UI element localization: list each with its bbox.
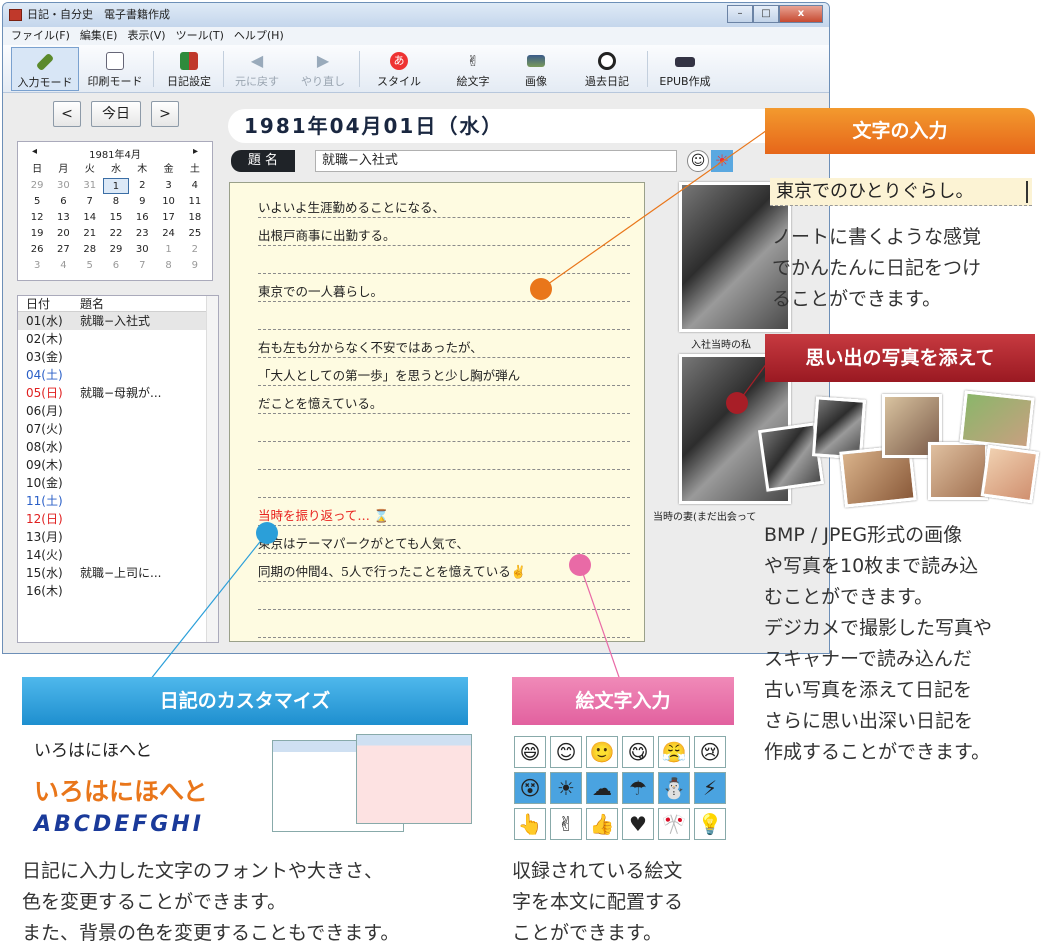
emoji-grid: 😄 😊 🙂 😋 😤 😢 😵 ☀ ☁ ☂ ⛄ ⚡ 👆 ✌ 👍 ♥ 🎌 💡 (514, 736, 734, 840)
text-input-desc-line: ノートに書くような感覚 (772, 226, 982, 248)
custom-desc-line: 日記に入力した文字のフォントや大きさ、 (22, 860, 384, 882)
font-sample-latin: ABCDEFGHI (34, 812, 204, 837)
photo-collage (757, 390, 1052, 510)
text-input-sample: 東京でのひとりぐらし。 (770, 178, 1032, 206)
photo-desc-line: デジカメで撮影した写真や (764, 617, 993, 639)
photo-marker (726, 392, 748, 414)
emoji-icon[interactable]: ♥ (622, 808, 654, 840)
font-sample-bold: いろはにほへと (34, 777, 208, 806)
emoji-marker (569, 554, 591, 576)
emoji-icon[interactable]: 😤 (658, 736, 690, 768)
emoji-icon[interactable]: 🙂 (586, 736, 618, 768)
photo-desc-line: BMP / JPEG形式の画像 (764, 524, 963, 546)
custom-desc: 日記に入力した文字のフォントや大きさ、 色を変更することができます。 また、背景… (22, 856, 399, 949)
emoji-desc: 収録されている絵文 字を本文に配置する ことができます。 (512, 856, 683, 949)
emoji-icon[interactable]: 👆 (514, 808, 546, 840)
photo-desc: BMP / JPEG形式の画像 や写真を10枚まで読み込 むことができます。 デ… (764, 520, 992, 768)
photo-desc-line: むことができます。 (764, 586, 934, 608)
collage-photo (928, 442, 988, 500)
emoji-icon[interactable]: 😄 (514, 736, 546, 768)
emoji-icon[interactable]: 😋 (622, 736, 654, 768)
font-sample-serif: いろはにほへと (34, 741, 153, 761)
photo-desc-line: 古い写真を添えて日記を (764, 679, 973, 701)
photo-desc-line: 作成することができます。 (764, 741, 991, 763)
collage-photo (980, 444, 1040, 504)
emoji-callout-title: 絵文字入力 (512, 677, 734, 725)
photo-desc-line: スキャナーで読み込んだ (764, 648, 972, 670)
emoji-icon[interactable]: 👍 (586, 808, 618, 840)
emoji-icon[interactable]: ☂ (622, 772, 654, 804)
text-input-callout-title: 文字の入力 (765, 108, 1035, 154)
custom-callout-title: 日記のカスタマイズ (22, 677, 468, 725)
text-cursor (1026, 181, 1028, 203)
emoji-icon[interactable]: 😵 (514, 772, 546, 804)
photo-callout-title: 思い出の写真を添えて (765, 334, 1035, 382)
emoji-icon[interactable]: ☀ (550, 772, 582, 804)
collage-photo (959, 390, 1035, 450)
text-input-desc: ノートに書くような感覚 でかんたんに日記をつけ ることができます。 (772, 222, 981, 315)
custom-marker (256, 522, 278, 544)
emoji-desc-line: 収録されている絵文 (512, 860, 683, 882)
custom-desc-line: また、背景の色を変更することもできます。 (22, 922, 400, 944)
text-input-marker (530, 278, 552, 300)
thumb-screenshot-2 (356, 734, 472, 824)
emoji-icon[interactable]: 😢 (694, 736, 726, 768)
emoji-icon[interactable]: ☁ (586, 772, 618, 804)
photo-desc-line: さらに思い出深い日記を (764, 710, 974, 732)
custom-desc-line: 色を変更することができます。 (22, 891, 287, 913)
emoji-icon[interactable]: ✌ (550, 808, 582, 840)
emoji-icon[interactable]: 😊 (550, 736, 582, 768)
text-input-desc-line: でかんたんに日記をつけ (772, 257, 982, 279)
emoji-desc-line: 字を本文に配置する (512, 891, 684, 913)
emoji-desc-line: ことができます。 (512, 922, 663, 944)
photo-desc-line: や写真を10枚まで読み込 (764, 555, 979, 577)
emoji-icon[interactable]: ⛄ (658, 772, 690, 804)
emoji-icon[interactable]: ⚡ (694, 772, 726, 804)
text-input-desc-line: ることができます。 (772, 288, 942, 310)
emoji-icon[interactable]: 🎌 (658, 808, 690, 840)
emoji-icon[interactable]: 💡 (694, 808, 726, 840)
